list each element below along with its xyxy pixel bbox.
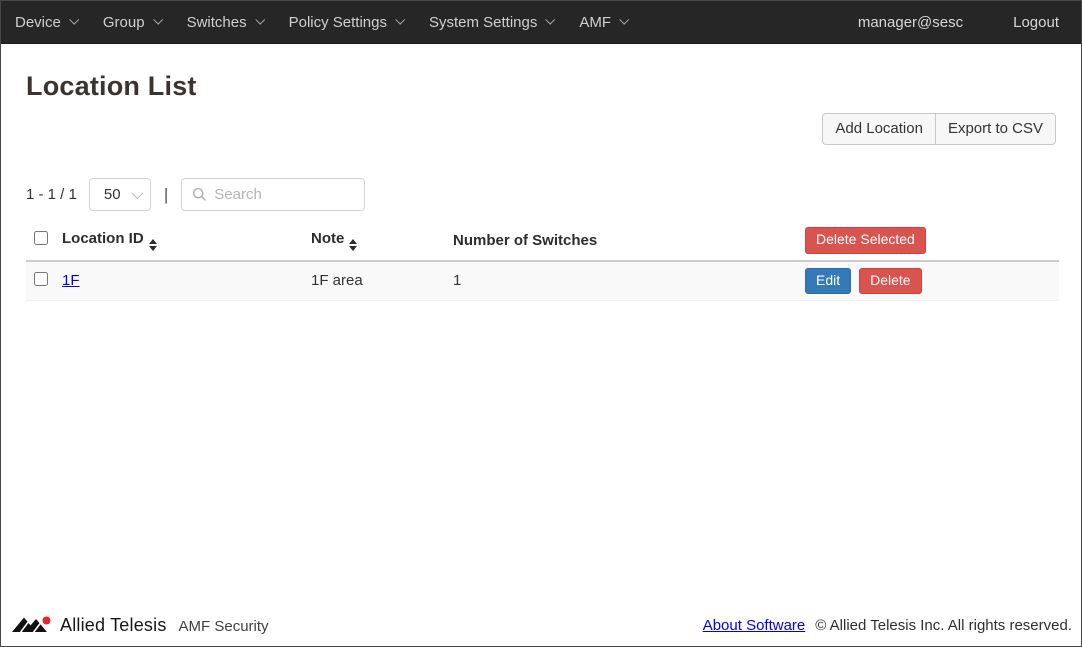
nav-item-system-settings[interactable]: System Settings <box>416 1 566 43</box>
nav-item-policy-settings[interactable]: Policy Settings <box>276 1 416 43</box>
nav-item-group[interactable]: Group <box>90 1 174 43</box>
product-name: AMF Security <box>179 615 269 635</box>
search-icon <box>192 187 207 202</box>
logout-button[interactable]: Logout <box>1013 14 1067 31</box>
nav-item-label: Switches <box>187 14 247 31</box>
row-checkbox[interactable] <box>34 272 48 286</box>
list-controls: 1 - 1 / 1 50 | <box>26 178 1056 211</box>
amf-security-app: { "navbar": { "items": [ { "label": "Dev… <box>0 0 1082 647</box>
allied-telesis-logo-icon <box>11 614 53 636</box>
column-header-number-of-switches: Number of Switches <box>453 232 597 249</box>
nav-item-label: AMF <box>579 14 611 31</box>
location-id-link[interactable]: 1F <box>62 272 80 289</box>
delete-button[interactable]: Delete <box>859 268 921 295</box>
chevron-down-icon <box>153 15 163 25</box>
column-header-location-id: Location ID <box>62 230 144 247</box>
toolbar-button-group: Add Location Export to CSV <box>822 113 1056 145</box>
footer-right: About Software © Allied Telesis Inc. All… <box>703 617 1072 634</box>
nav-item-label: System Settings <box>429 14 537 31</box>
nav-item-switches[interactable]: Switches <box>174 1 276 43</box>
delete-selected-button[interactable]: Delete Selected <box>805 227 926 254</box>
add-location-button[interactable]: Add Location <box>822 113 935 145</box>
page-size-select[interactable]: 50 <box>89 178 151 211</box>
brand: Allied Telesis AMF Security <box>11 614 269 636</box>
footer: Allied Telesis AMF Security About Softwa… <box>1 608 1081 646</box>
nav-item-label: Group <box>103 14 145 31</box>
copyright-text: © Allied Telesis Inc. All rights reserve… <box>815 617 1072 634</box>
chevron-down-icon <box>546 15 556 25</box>
top-navbar: Device Group Switches Policy Settings Sy… <box>1 1 1081 44</box>
chevron-down-icon <box>132 187 143 198</box>
about-software-link[interactable]: About Software <box>703 617 806 634</box>
chevron-down-icon <box>69 15 79 25</box>
export-csv-button[interactable]: Export to CSV <box>935 113 1056 145</box>
nav-item-amf[interactable]: AMF <box>566 1 640 43</box>
location-table: Location ID Note Number of Switches Dele… <box>26 221 1059 301</box>
page-size-value: 50 <box>104 186 121 203</box>
chevron-down-icon <box>619 15 629 25</box>
chevron-down-icon <box>395 15 405 25</box>
navbar-right: manager@sesc Logout <box>858 14 1067 31</box>
chevron-down-icon <box>255 15 265 25</box>
nav-item-label: Device <box>15 14 61 31</box>
switch-count-cell: 1 <box>453 272 461 289</box>
edit-button[interactable]: Edit <box>805 268 851 295</box>
page-title: Location List <box>26 71 1056 102</box>
logged-in-user: manager@sesc <box>858 14 1013 31</box>
nav-item-device[interactable]: Device <box>15 1 90 43</box>
brand-name: Allied Telesis <box>60 615 167 636</box>
pagination-range: 1 - 1 / 1 <box>26 186 77 203</box>
table-header-row: Location ID Note Number of Switches Dele… <box>26 221 1059 261</box>
main-content: Location List Add Location Export to CSV… <box>1 71 1081 301</box>
search-box <box>181 178 365 211</box>
nav-item-label: Policy Settings <box>289 14 387 31</box>
note-cell: 1F area <box>311 272 363 289</box>
sort-icon[interactable] <box>349 239 357 251</box>
table-row: 1F 1F area 1 Edit Delete <box>26 261 1059 301</box>
controls-separator: | <box>164 185 168 205</box>
toolbar: Add Location Export to CSV <box>26 113 1056 145</box>
select-all-checkbox[interactable] <box>34 231 48 245</box>
sort-icon[interactable] <box>149 239 157 251</box>
column-header-note: Note <box>311 230 344 247</box>
search-input[interactable] <box>214 186 356 203</box>
